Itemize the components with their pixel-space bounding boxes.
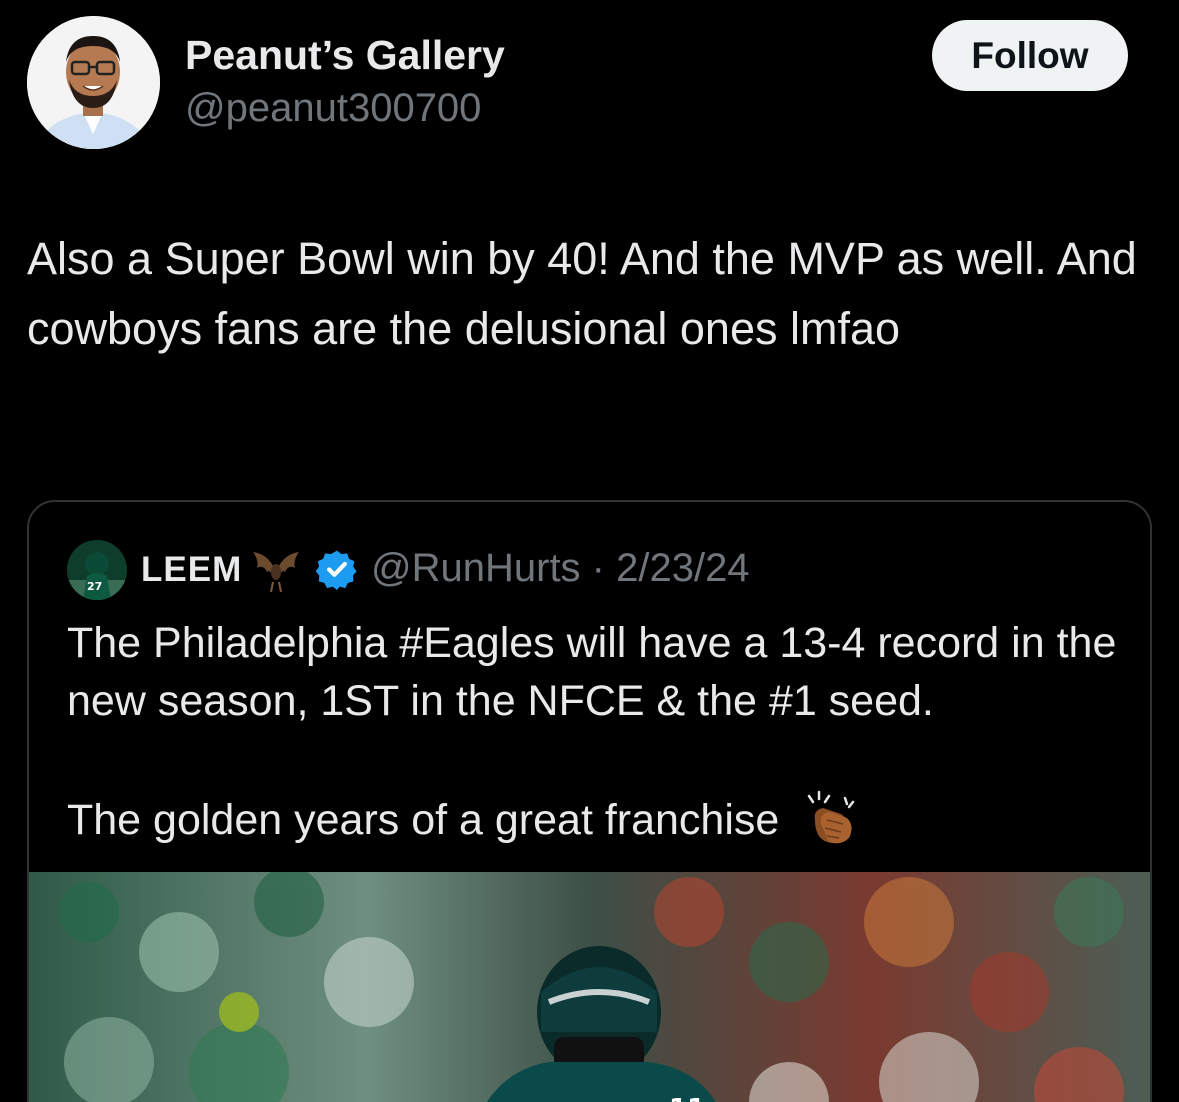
quoted-handle-date[interactable]: @RunHurts · 2/23/24 — [371, 546, 750, 591]
quoted-media[interactable]: 11 11 — [29, 872, 1150, 1102]
verified-badge-icon — [316, 550, 357, 590]
football-player-photo-icon: 11 11 — [29, 872, 1150, 1102]
tweet-text: Also a Super Bowl win by 40! And the MVP… — [27, 233, 1137, 354]
profile-photo-icon — [27, 16, 160, 149]
quoted-display-name[interactable]: LEEM — [141, 550, 242, 590]
svg-text:27: 27 — [87, 580, 102, 593]
author-display-name[interactable]: Peanut’s Gallery — [185, 32, 505, 79]
player-avatar-icon: 27 — [67, 540, 127, 600]
author-handle[interactable]: @peanut300700 — [185, 86, 481, 131]
clapping-hands-emoji-icon — [808, 790, 855, 844]
tweet-card: Peanut’s Gallery @peanut300700 Follow Al… — [0, 0, 1179, 1102]
follow-button[interactable]: Follow — [932, 20, 1128, 91]
bat-emoji-icon — [253, 552, 299, 593]
svg-text:11: 11 — [669, 1094, 705, 1102]
quoted-tweet-text: The Philadelphia #Eagles will have a 13-… — [67, 619, 1117, 725]
quoted-tweet-text-line3: The golden years of a great franchise — [67, 790, 1127, 849]
quoted-tweet[interactable]: 27 LEEM @RunHurts · 2/23/24 The Philadel… — [27, 500, 1152, 1102]
quoted-author-avatar[interactable]: 27 — [67, 540, 127, 600]
author-avatar[interactable] — [27, 16, 160, 149]
quoted-tweet-text-line3-label: The golden years of a great franchise — [67, 796, 780, 844]
